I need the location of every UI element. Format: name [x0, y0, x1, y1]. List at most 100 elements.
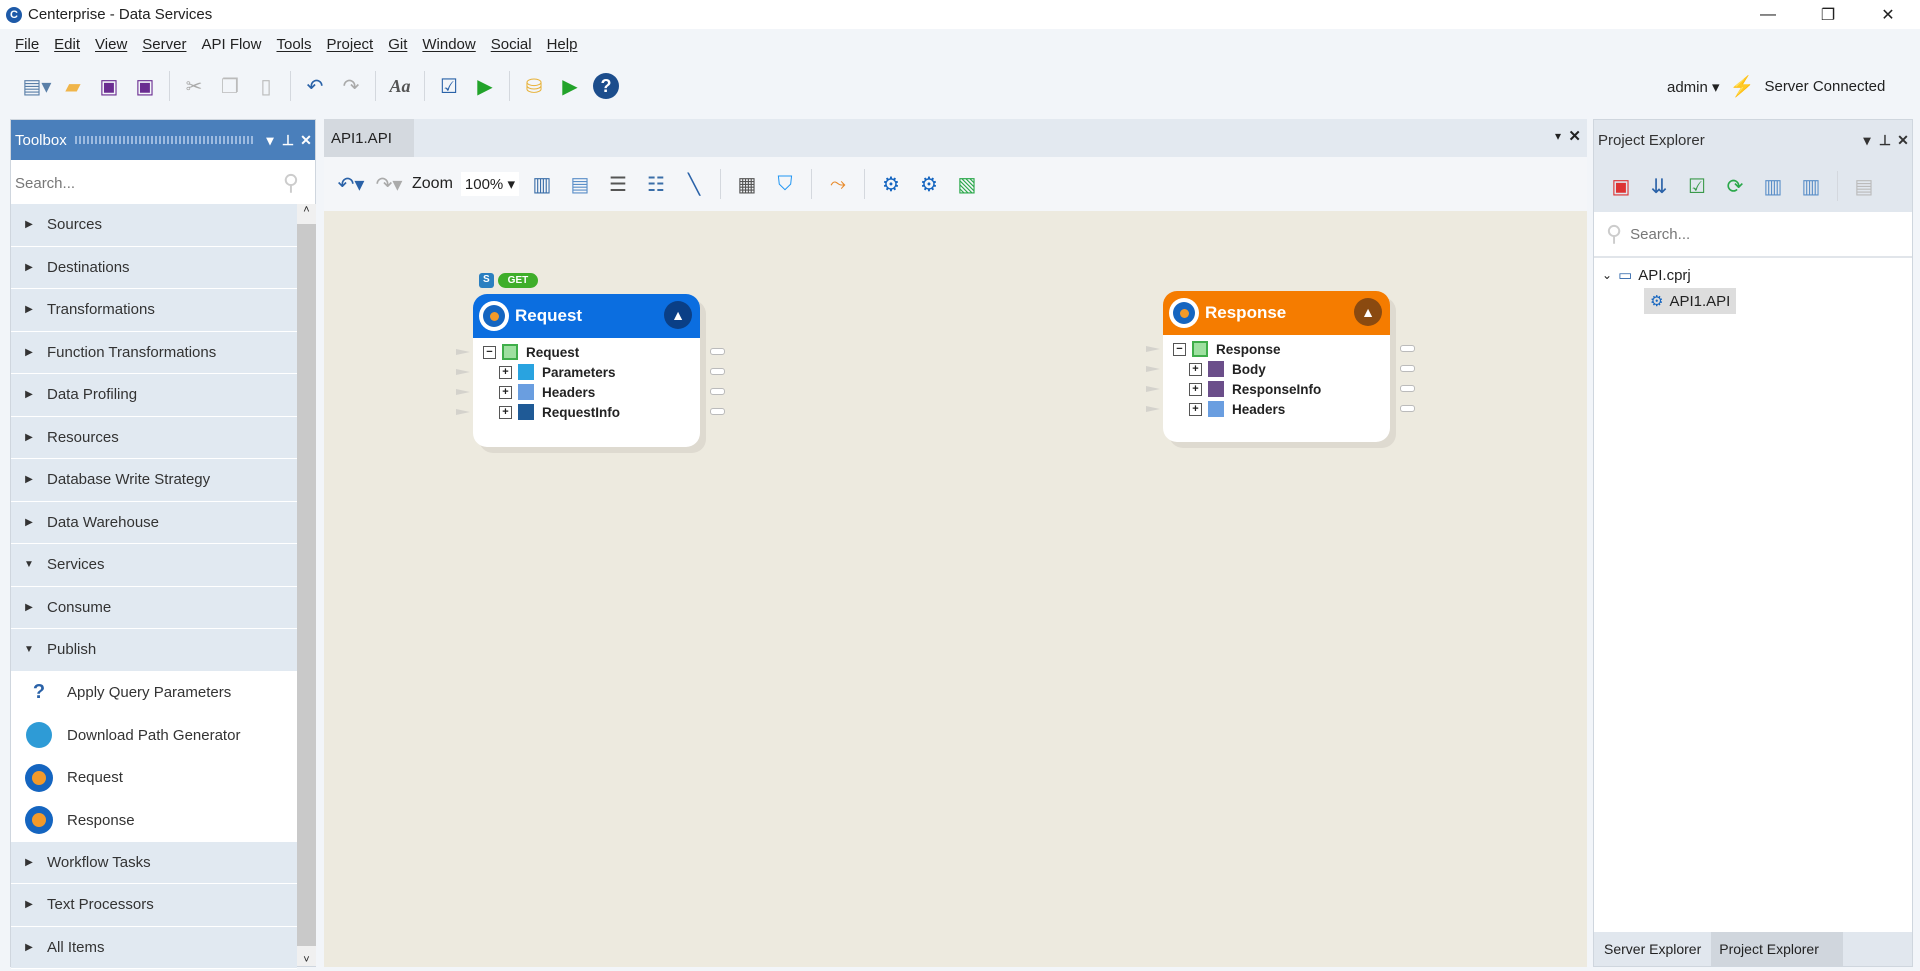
menu-file[interactable]: File: [15, 36, 39, 53]
restore-button[interactable]: ❐: [1800, 0, 1856, 29]
minimize-button[interactable]: —: [1740, 0, 1796, 29]
scroll-thumb[interactable]: [297, 224, 316, 946]
font-icon[interactable]: Aa: [385, 71, 415, 101]
toolbox-item-request[interactable]: Request: [11, 756, 297, 799]
node-field-headers[interactable]: + Headers: [456, 382, 725, 402]
toolbox-category-publish[interactable]: ▼ Publish: [11, 629, 297, 672]
close-icon[interactable]: ✕: [1894, 132, 1912, 149]
collapse-tree-icon[interactable]: ☰: [603, 169, 633, 199]
input-port[interactable]: [456, 349, 470, 355]
verify-icon[interactable]: ☑: [434, 71, 464, 101]
project-search-input[interactable]: ⚲ Search...: [1594, 212, 1912, 258]
data-preview-icon[interactable]: ▦: [732, 169, 762, 199]
menu-tools[interactable]: Tools: [276, 36, 311, 53]
menu-api-flow[interactable]: API Flow: [201, 36, 261, 53]
settings-gear-icon[interactable]: ⚙: [914, 169, 944, 199]
link-icon[interactable]: ╲: [679, 169, 709, 199]
input-port[interactable]: [456, 369, 470, 375]
auto-size-icon[interactable]: ▤: [565, 169, 595, 199]
input-port[interactable]: [1146, 406, 1160, 412]
scroll-up-icon[interactable]: ˄: [297, 204, 316, 216]
scroll-down-icon[interactable]: ˅: [297, 954, 316, 966]
node-field-headers[interactable]: + Headers: [1146, 399, 1415, 419]
deploy-icon[interactable]: ▶: [555, 71, 585, 101]
undo-icon[interactable]: ↶▾: [336, 169, 366, 199]
toolbox-item-apply-query-parameters[interactable]: ? Apply Query Parameters: [11, 671, 297, 714]
collapse-icon[interactable]: −: [483, 345, 496, 359]
input-port[interactable]: [1146, 346, 1160, 352]
toolbox-scrollbar[interactable]: ˄ ˅: [297, 204, 316, 966]
output-port[interactable]: [1400, 405, 1415, 412]
tab-api1[interactable]: API1.API: [324, 119, 414, 157]
shield-icon[interactable]: ⛉: [770, 169, 800, 199]
expand-icon[interactable]: +: [499, 365, 512, 379]
expand-icon[interactable]: +: [499, 385, 512, 399]
toolbox-category-data-profiling[interactable]: ▶ Data Profiling: [11, 374, 297, 417]
expand-icon[interactable]: +: [1189, 382, 1202, 396]
input-port[interactable]: [1146, 366, 1160, 372]
close-icon[interactable]: ✕: [297, 132, 315, 149]
refresh-icon[interactable]: ⟳: [1720, 171, 1750, 201]
expand-icon[interactable]: +: [499, 405, 512, 419]
design-canvas[interactable]: S GET Request ▲ − Request + Parameters + Head…: [324, 211, 1587, 967]
collapse-icon[interactable]: ▲: [664, 301, 692, 329]
toolbox-category-consume[interactable]: ▶ Consume: [11, 586, 297, 629]
tree-item-api1[interactable]: ⚙ API1.API: [1644, 288, 1737, 314]
menu-edit[interactable]: Edit: [54, 36, 80, 53]
output-port[interactable]: [1400, 385, 1415, 392]
output-port[interactable]: [710, 408, 725, 415]
node-field-response[interactable]: − Response: [1146, 339, 1415, 359]
tree-item-project[interactable]: ⌄ ▭ API.cprj: [1602, 262, 1904, 288]
output-port[interactable]: [1400, 365, 1415, 372]
dropdown-icon[interactable]: ▾: [1858, 132, 1876, 149]
expand-icon[interactable]: +: [1189, 362, 1202, 376]
panel-left-icon[interactable]: ▥: [1758, 171, 1788, 201]
input-port[interactable]: [456, 389, 470, 395]
collapse-icon[interactable]: −: [1173, 342, 1186, 356]
cut-icon[interactable]: ✂: [179, 71, 209, 101]
menu-project[interactable]: Project: [327, 36, 374, 53]
new-icon[interactable]: ▤▾: [22, 71, 52, 101]
toolbox-category-services[interactable]: ▼ Services: [11, 544, 297, 587]
route-icon[interactable]: ⤳: [823, 169, 853, 199]
output-port[interactable]: [710, 368, 725, 375]
menu-help[interactable]: Help: [547, 36, 578, 53]
menu-social[interactable]: Social: [491, 36, 532, 53]
zoom-select[interactable]: 100% ▾: [460, 172, 519, 196]
chevron-down-icon[interactable]: ⌄: [1602, 268, 1612, 282]
close-doc-icon[interactable]: ✕: [1568, 127, 1581, 145]
pin-icon[interactable]: ⊥: [279, 132, 297, 149]
panel-right-icon[interactable]: ▥: [1796, 171, 1826, 201]
input-port[interactable]: [1146, 386, 1160, 392]
tab-server-explorer[interactable]: Server Explorer: [1594, 932, 1711, 966]
response-node[interactable]: Response ▲ − Response + Body + ResponseInfo + H…: [1146, 291, 1415, 442]
deploy-gear-icon[interactable]: ⚙: [876, 169, 906, 199]
database-icon[interactable]: ⛁: [519, 71, 549, 101]
add-item-icon[interactable]: ▤: [1849, 171, 1879, 201]
redo-icon[interactable]: ↷▾: [374, 169, 404, 199]
open-folder-icon[interactable]: ▰: [58, 71, 88, 101]
toolbox-category-text-processors[interactable]: ▶ Text Processors: [11, 884, 297, 927]
toolbox-category-data-warehouse[interactable]: ▶ Data Warehouse: [11, 501, 297, 544]
input-port[interactable]: [456, 409, 470, 415]
request-node-header[interactable]: Request ▲: [473, 294, 700, 338]
run-icon[interactable]: ▶: [470, 71, 500, 101]
toolbox-item-response[interactable]: Response: [11, 799, 297, 842]
verify-project-icon[interactable]: ☑: [1682, 171, 1712, 201]
layout-icon[interactable]: ▥: [527, 169, 557, 199]
output-port[interactable]: [1400, 345, 1415, 352]
close-button[interactable]: ✕: [1860, 0, 1916, 29]
request-node[interactable]: Request ▲ − Request + Parameters + Headers + Re…: [456, 294, 725, 447]
redo-icon[interactable]: ↷: [336, 71, 366, 101]
import-icon[interactable]: ⇊: [1644, 171, 1674, 201]
save-icon[interactable]: ▣: [94, 71, 124, 101]
menu-git[interactable]: Git: [388, 36, 407, 53]
copy-icon[interactable]: ❐: [215, 71, 245, 101]
menu-view[interactable]: View: [95, 36, 127, 53]
output-port[interactable]: [710, 348, 725, 355]
toolbox-category-sources[interactable]: ▶ Sources: [11, 204, 297, 247]
node-field-request[interactable]: − Request: [456, 342, 725, 362]
toolbox-category-destinations[interactable]: ▶ Destinations: [11, 246, 297, 289]
save-all-icon[interactable]: ▣: [130, 71, 160, 101]
response-node-header[interactable]: Response ▲: [1163, 291, 1390, 335]
